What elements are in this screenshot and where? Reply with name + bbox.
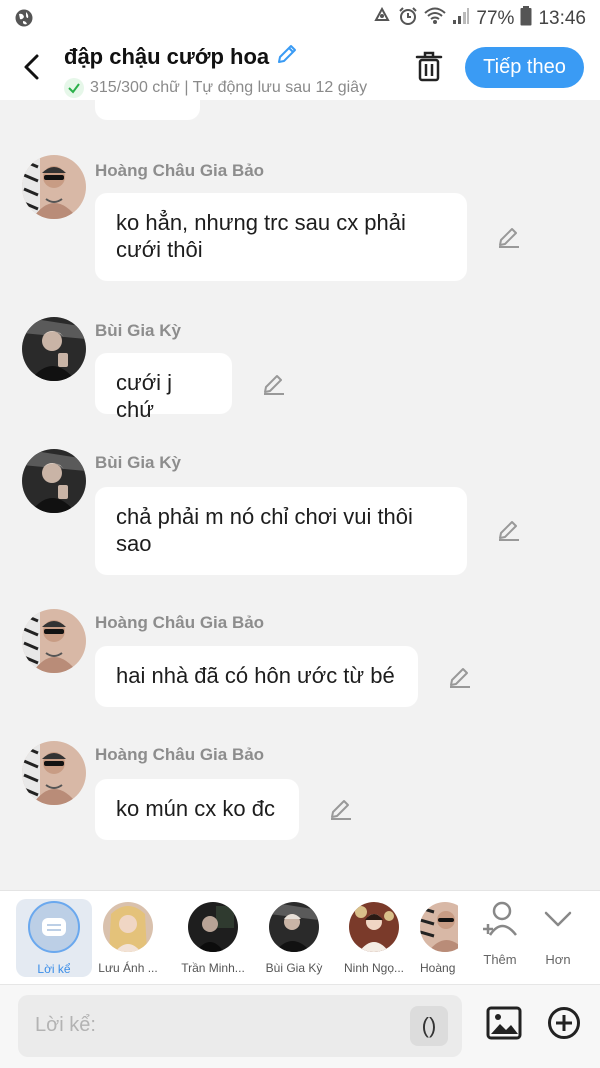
composer-bar: Lời kể: (): [0, 984, 600, 1068]
more-label: Hơn: [545, 952, 571, 967]
character-name: Lưu Ánh ...: [98, 961, 158, 975]
message-text: sao: [116, 531, 152, 556]
character-item[interactable]: Ninh Ngọ...: [336, 899, 412, 977]
chat-area[interactable]: Hoàng Châu Gia Bảo ko hẳn, nhưng trc sau…: [0, 100, 600, 890]
character-name: Lời kể: [37, 962, 71, 976]
character-name: Ninh Ngọ...: [343, 961, 405, 975]
character-item[interactable]: Hoàng: [412, 899, 458, 977]
message-bubble[interactable]: cưới j chứ: [95, 353, 232, 422]
add-character-label: Thêm: [483, 952, 517, 967]
story-title: đập chậu cướp hoa: [64, 44, 270, 69]
message-text: cưới j chứ: [116, 370, 173, 422]
chevron-down-icon: [544, 911, 572, 927]
sender-name: Hoàng Châu Gia Bảo: [95, 161, 265, 180]
character-name: Bùi Gia Kỳ: [265, 961, 323, 975]
character-item[interactable]: Lưu Ánh ...: [90, 899, 166, 977]
pencil-icon[interactable]: [497, 225, 521, 249]
image-icon[interactable]: [486, 1006, 522, 1040]
character-name: Trần Minh...: [181, 961, 245, 975]
battery-icon: [520, 6, 532, 32]
back-arrow-icon[interactable]: [16, 50, 50, 84]
editor-header: đập chậu cướp hoa 315/300 chữ | Tự động …: [0, 36, 600, 100]
avatar: [269, 902, 319, 952]
character-name: Hoàng: [420, 961, 456, 975]
message-text: ko hẳn, nhưng trc sau cx phải: [116, 210, 406, 235]
avatar[interactable]: [22, 609, 86, 673]
alarm-icon: [398, 6, 418, 32]
avatar[interactable]: [22, 741, 86, 805]
more-characters-button[interactable]: Hơn: [528, 899, 588, 977]
autosave-status: 315/300 chữ | Tự động lưu sau 12 giây: [64, 78, 394, 98]
narration-input[interactable]: Lời kể: (): [18, 995, 462, 1057]
sender-name: Bùi Gia Kỳ: [95, 453, 181, 472]
story-title-row[interactable]: đập chậu cướp hoa: [64, 42, 394, 72]
input-placeholder: Lời kể:: [35, 1014, 96, 1036]
message-bubble[interactable]: ko hẳn, nhưng trc sau cx phải cưới thôi: [95, 193, 467, 281]
pencil-icon[interactable]: [275, 42, 299, 72]
avatar[interactable]: [22, 155, 86, 219]
globe-icon: [14, 8, 34, 34]
message-text: hai nhà đã có hôn ước từ bé: [116, 663, 395, 688]
avatar[interactable]: [22, 449, 86, 513]
clock-time: 13:46: [538, 8, 586, 29]
plus-circle-icon[interactable]: [547, 1006, 581, 1040]
character-narrator[interactable]: Lời kể: [16, 899, 92, 977]
avatar: [420, 902, 458, 952]
next-button[interactable]: Tiếp theo: [465, 47, 584, 88]
sender-name: Hoàng Châu Gia Bảo: [95, 613, 265, 632]
character-item[interactable]: Bùi Gia Kỳ: [256, 899, 332, 977]
message-bubble[interactable]: ko mún cx ko đc: [95, 779, 299, 840]
pencil-icon[interactable]: [497, 518, 521, 542]
word-count-text: 315/300 chữ | Tự động lưu sau 12 giây: [90, 79, 368, 96]
character-item[interactable]: Trần Minh...: [175, 899, 251, 977]
wifi-icon: [424, 7, 447, 31]
message-bubble[interactable]: hai nhà đã có hôn ước từ bé: [95, 646, 418, 707]
trash-icon[interactable]: [413, 50, 445, 84]
signal-icon: [452, 7, 470, 31]
character-selector: Lời kể Lưu Ánh ... Trần Minh... Bùi Gia …: [0, 890, 600, 985]
check-icon: [64, 78, 84, 98]
avatar: [349, 902, 399, 952]
avatar: [188, 902, 238, 952]
add-character-button[interactable]: Thêm: [470, 899, 530, 977]
narrator-icon: [28, 901, 80, 953]
status-bar: 77% 13:46: [0, 0, 600, 36]
pencil-icon[interactable]: [262, 372, 286, 396]
avatar[interactable]: [22, 317, 86, 381]
message-bubble-partial[interactable]: [95, 100, 200, 120]
message-text: chả phải m nó chỉ chơi vui thôi: [116, 504, 413, 529]
message-text: cưới thôi: [116, 237, 203, 262]
add-person-icon: [483, 901, 517, 936]
sender-name: Bùi Gia Kỳ: [95, 321, 181, 340]
recycle-icon: [372, 6, 392, 31]
parentheses-button[interactable]: (): [410, 1006, 448, 1046]
message-bubble[interactable]: chả phải m nó chỉ chơi vui thôi sao: [95, 487, 467, 575]
avatar: [103, 902, 153, 952]
pencil-icon[interactable]: [448, 665, 472, 689]
battery-percent: 77%: [476, 8, 515, 29]
sender-name: Hoàng Châu Gia Bảo: [95, 745, 265, 764]
message-text: ko mún cx ko đc: [116, 796, 275, 821]
pencil-icon[interactable]: [329, 797, 353, 821]
